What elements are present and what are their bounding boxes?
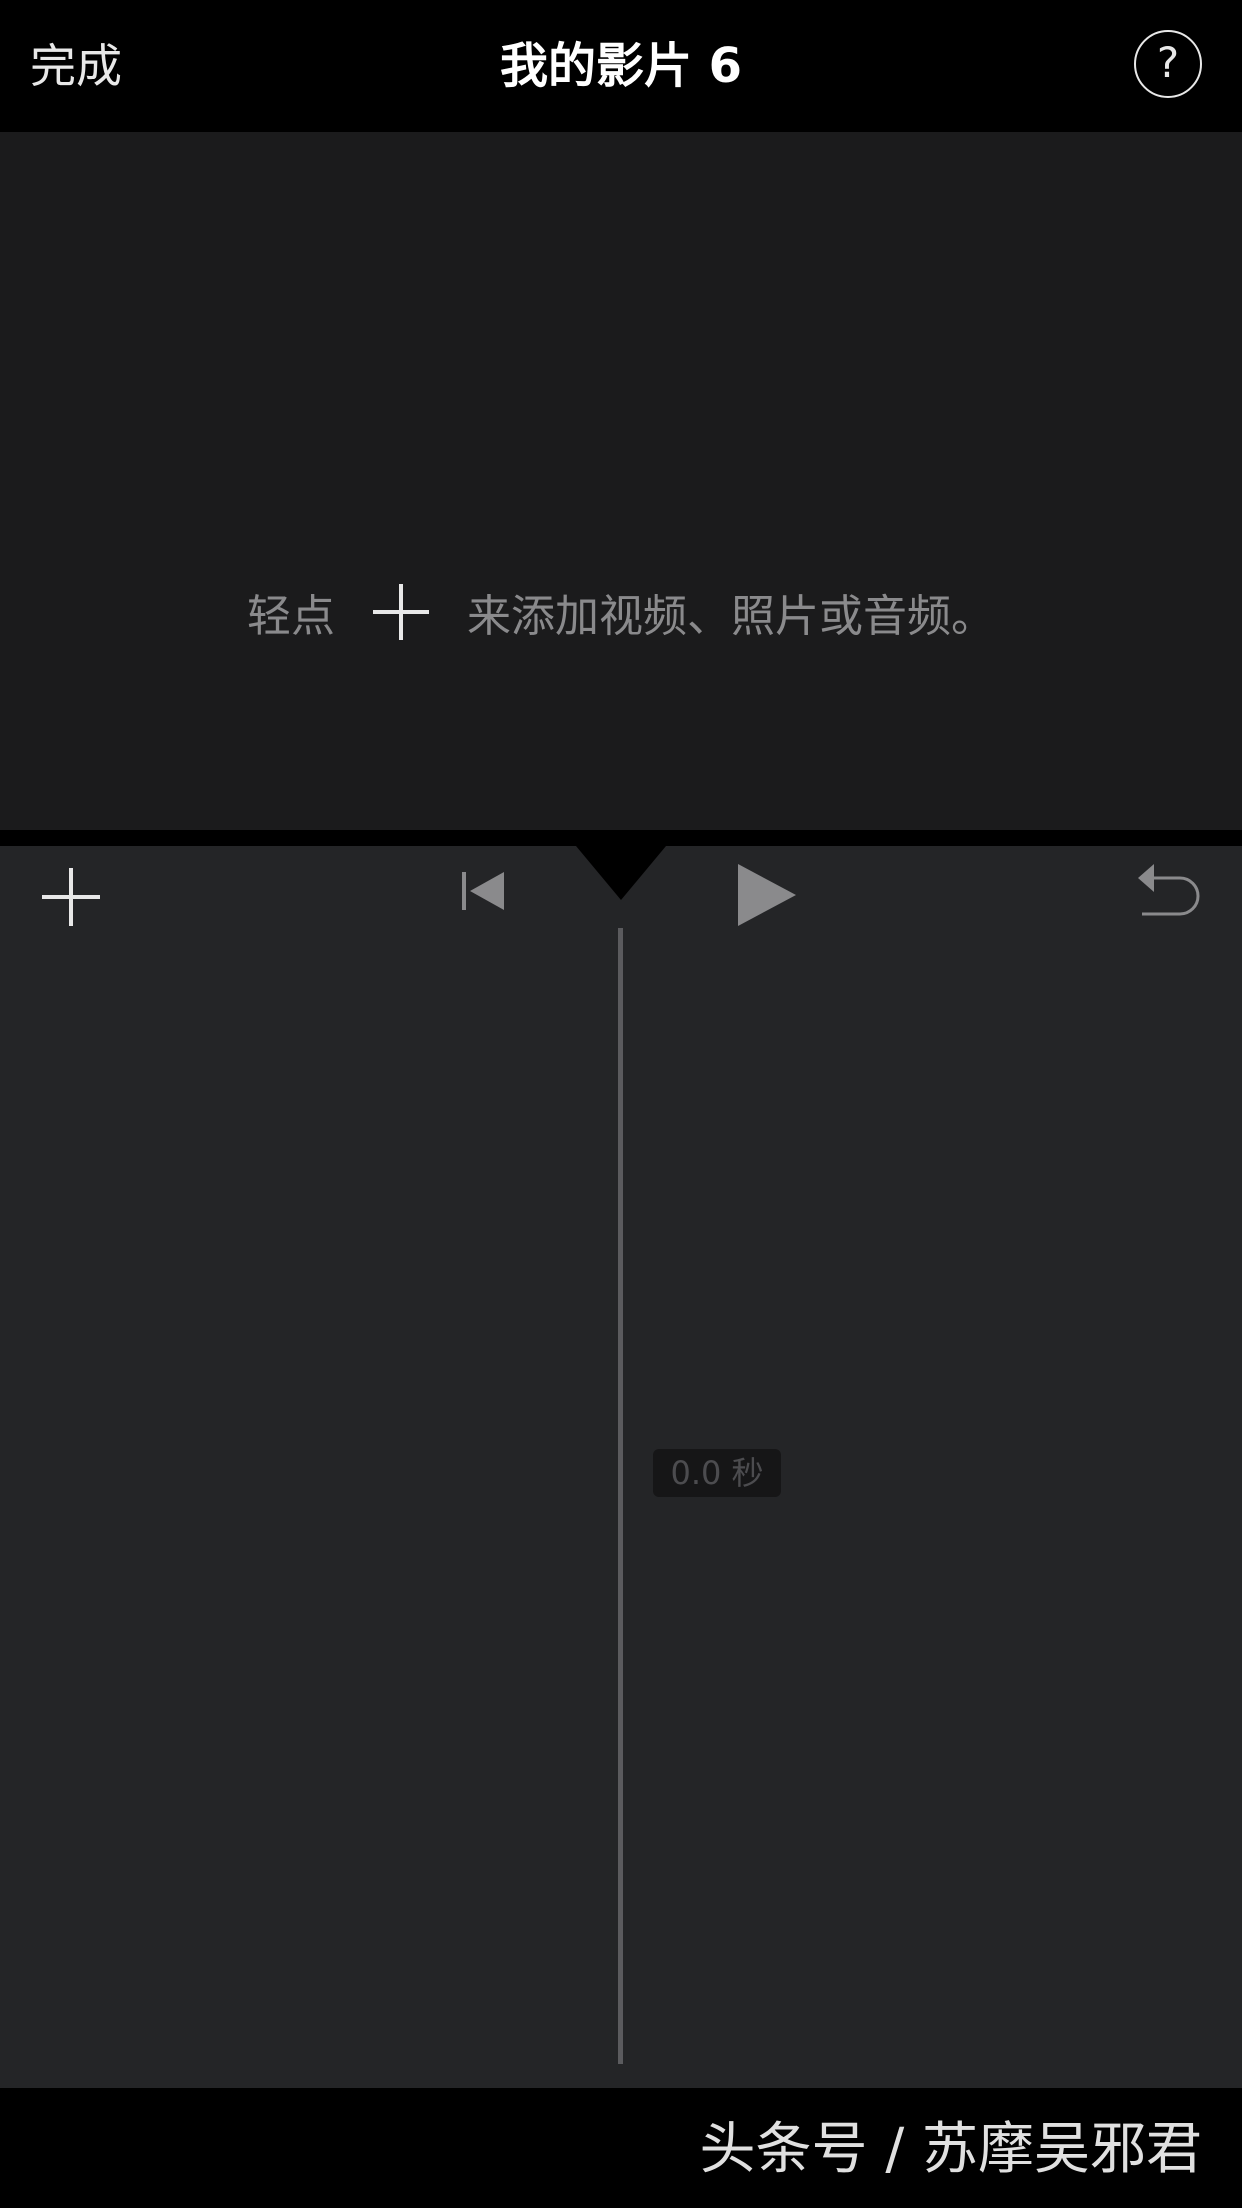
skip-to-start-button[interactable] — [460, 868, 506, 914]
preview-viewer: 轻点 来添加视频、照片或音频。 — [0, 132, 1242, 830]
add-media-button[interactable] — [40, 866, 102, 928]
project-title: 我的影片 6 — [499, 38, 743, 94]
help-button[interactable]: ? — [1134, 30, 1202, 98]
top-navigation-bar: 完成 我的影片 6 ? — [0, 0, 1242, 132]
play-icon — [738, 864, 796, 926]
playhead-marker — [576, 846, 666, 900]
hint-prefix: 轻点 — [247, 591, 335, 642]
duration-label: 0.0 秒 — [653, 1449, 781, 1497]
plus-icon — [42, 868, 100, 926]
viewer-divider — [0, 830, 1242, 846]
skip-to-start-icon — [462, 872, 504, 910]
playhead-triangle-icon — [576, 846, 666, 900]
playhead-line[interactable] — [618, 928, 623, 2064]
undo-button[interactable] — [1136, 862, 1204, 924]
watermark-text: 头条号 / 苏摩吴邪君 — [699, 2117, 1202, 2182]
hint-suffix: 来添加视频、照片或音频。 — [467, 591, 995, 642]
add-media-hint: 轻点 来添加视频、照片或音频。 — [0, 572, 1242, 652]
plus-icon — [371, 582, 431, 642]
play-button[interactable] — [736, 862, 798, 928]
question-mark-icon: ? — [1156, 38, 1180, 87]
undo-icon — [1138, 864, 1200, 916]
